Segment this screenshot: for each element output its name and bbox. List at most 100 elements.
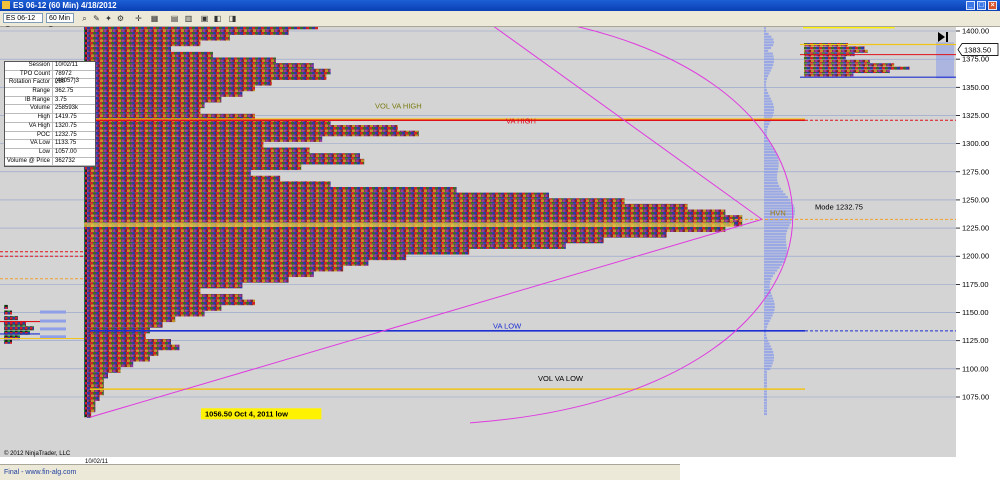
footer-tab[interactable]: Final - www.fin-alg.com <box>0 464 680 480</box>
mini-tpo-row <box>4 321 26 326</box>
annotation-mode: Mode 1232.75 <box>815 203 863 212</box>
tpo-row <box>87 316 176 323</box>
tpo-row <box>87 40 201 47</box>
volume-bar <box>764 80 767 83</box>
y-tick-label: 1200.00 <box>962 252 989 261</box>
chart-style-icon[interactable]: ▥ <box>184 14 193 23</box>
volume-bar <box>764 272 776 275</box>
volume-bar <box>764 336 768 340</box>
volume-bar <box>764 94 770 97</box>
y-tick-label: 1075.00 <box>962 393 989 402</box>
y-tick-label: 1100.00 <box>962 364 989 373</box>
info-key: Volume @ Price <box>5 157 53 166</box>
data-box-icon[interactable]: ▦ <box>150 14 159 23</box>
indicator-icon[interactable]: ✦ <box>104 14 113 23</box>
interval-label: 60 Min <box>49 15 71 22</box>
recent-tpo-row <box>804 49 868 53</box>
y-tick-label: 1400.00 <box>962 27 989 36</box>
volume-bar <box>764 128 768 131</box>
y-tick-label: 1275.00 <box>962 167 989 176</box>
volume-bar <box>764 190 784 193</box>
volume-bar <box>764 289 771 292</box>
tpo-row <box>87 243 566 249</box>
draw-icon[interactable]: ✎ <box>92 14 101 23</box>
volume-bar <box>764 106 774 109</box>
last-price-label: 1383.50 <box>964 45 991 54</box>
volume-bar <box>764 49 769 52</box>
volume-bar <box>764 170 778 173</box>
mini-tpo-row <box>4 310 12 315</box>
volume-bar <box>764 139 769 142</box>
properties-icon[interactable]: ⚙ <box>116 14 125 23</box>
tpo-row <box>87 181 331 187</box>
volume-bar <box>764 204 794 207</box>
tpo-row <box>87 108 201 114</box>
volume-bar <box>764 407 767 410</box>
template-icon[interactable]: ▤ <box>170 14 179 23</box>
tpo-row <box>87 344 180 351</box>
volume-bar <box>764 224 790 227</box>
snapshot-icon[interactable]: ◧ <box>213 14 222 23</box>
volume-bar <box>764 227 789 230</box>
maximize-button[interactable]: □ <box>977 1 986 10</box>
recent-tpo-row <box>804 73 854 77</box>
tpo-row <box>87 288 201 294</box>
volume-bar <box>764 91 769 95</box>
info-row: VA High 1320.75 <box>5 122 95 132</box>
market-profile-chart: 1419.75 High Mar 27, 2012Apr 15 to prese… <box>0 3 1000 457</box>
volume-bar <box>764 280 771 283</box>
info-value: 10/02/11 <box>55 62 78 68</box>
volume-bar <box>764 182 779 185</box>
info-row: Rotation Factor 280 <box>5 79 95 89</box>
volume-bar <box>764 322 769 325</box>
tpo-row <box>87 130 419 137</box>
tpo-row <box>87 237 604 244</box>
y-tick-label: 1125.00 <box>962 336 989 345</box>
chart-panel[interactable]: 1419.75 High Mar 27, 2012Apr 15 to prese… <box>0 3 1000 457</box>
volume-bar <box>764 345 771 348</box>
mini-volume-bar <box>40 335 66 339</box>
volume-bar <box>764 362 773 365</box>
print-icon[interactable]: ▣ <box>200 14 209 23</box>
tpo-row <box>87 29 289 35</box>
volume-bar <box>764 153 777 157</box>
volume-bar <box>764 241 787 244</box>
volume-bar <box>764 173 778 176</box>
info-key: VA High <box>5 122 53 131</box>
volume-bar <box>764 334 767 337</box>
volume-bar <box>764 235 786 238</box>
volume-bar <box>764 221 792 224</box>
y-tick-label: 1325.00 <box>962 111 989 120</box>
copyright-text: © 2012 NinjaTrader, LLC <box>4 450 71 457</box>
volume-bar <box>764 193 786 196</box>
tpo-row <box>87 248 470 255</box>
volume-bar <box>764 122 770 126</box>
minimize-button[interactable]: _ <box>966 1 975 10</box>
zoom-icon[interactable]: ⌕ <box>80 14 89 23</box>
window-title-bar: ES 06-12 (60 Min) 4/18/2012 _ □ × <box>0 0 1000 11</box>
interval-selector[interactable]: 60 Min ▾ <box>46 13 74 32</box>
volume-bar <box>764 303 775 306</box>
volume-bar <box>764 196 788 199</box>
volume-bar <box>764 381 767 385</box>
volume-bar <box>764 55 774 58</box>
crosshair-icon[interactable]: ✛ <box>134 14 143 23</box>
close-button[interactable]: × <box>988 1 997 10</box>
volume-bar <box>764 348 773 351</box>
volume-bar <box>764 148 774 151</box>
app-icon <box>2 1 10 9</box>
volume-bar <box>764 72 770 75</box>
instrument-selector[interactable]: ES 06-12 ▾ <box>3 13 43 32</box>
lock-icon[interactable]: ◨ <box>228 14 237 23</box>
info-key: VA Low <box>5 140 53 148</box>
tpo-row <box>87 63 314 69</box>
volume-bar <box>764 238 786 241</box>
tpo-row <box>87 175 281 182</box>
volume-bar <box>764 246 787 249</box>
tpo-row <box>87 136 323 142</box>
volume-bar <box>764 356 774 359</box>
annotation-vol-va-low: VOL VA LOW <box>538 374 584 383</box>
tpo-row <box>87 74 327 80</box>
info-key: TPO Count <box>5 70 53 79</box>
info-key: High <box>5 114 53 122</box>
